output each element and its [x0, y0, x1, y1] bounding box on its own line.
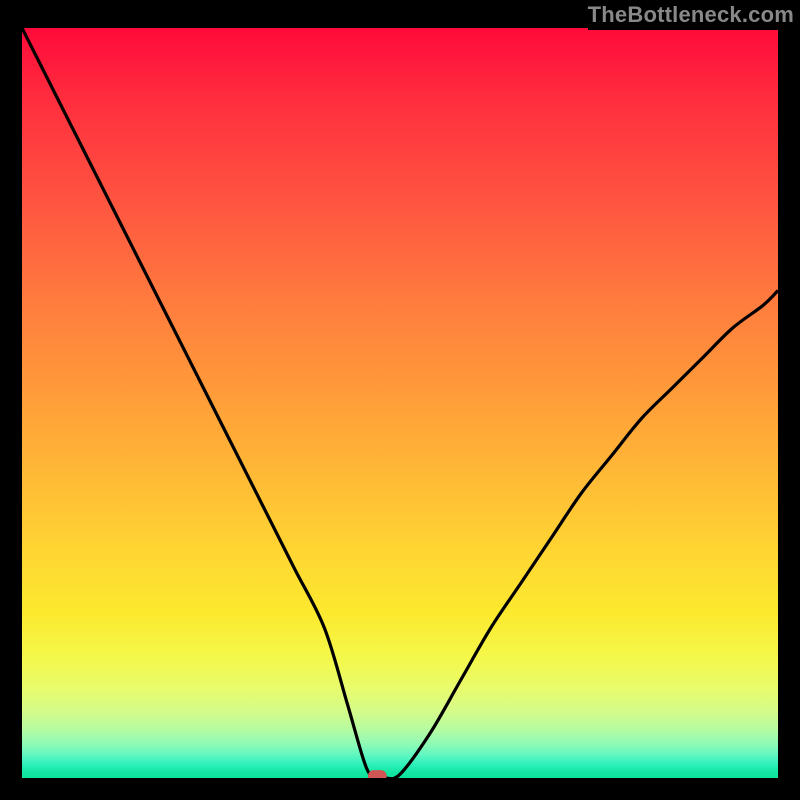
curve-layer	[22, 28, 778, 778]
watermark-text: TheBottleneck.com	[588, 0, 800, 30]
chart-frame: TheBottleneck.com	[0, 0, 800, 800]
optimal-marker	[368, 771, 386, 779]
bottleneck-curve	[22, 28, 778, 778]
